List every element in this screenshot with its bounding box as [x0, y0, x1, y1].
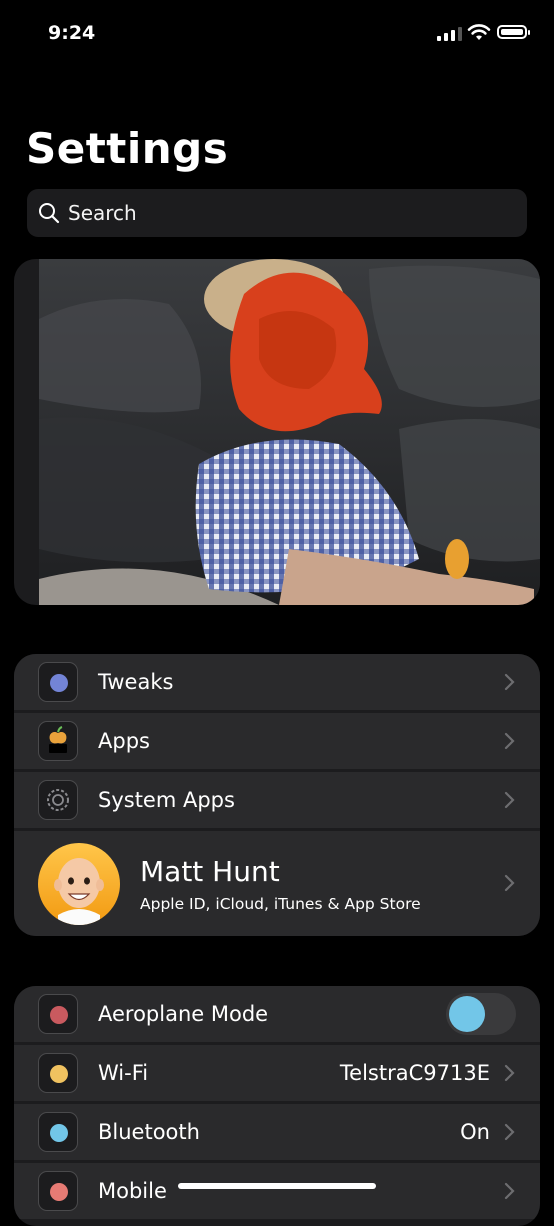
page-title: Settings: [26, 124, 229, 173]
row-label: Mobile: [98, 1179, 167, 1203]
row-label: System Apps: [98, 788, 235, 812]
toggle-knob: [449, 996, 485, 1032]
status-bar: 9:24: [0, 0, 554, 70]
settings-group-connectivity: Aeroplane Mode Wi-Fi TelstraC9713E Bluet…: [14, 986, 540, 1226]
bluetooth-icon: [38, 1112, 78, 1152]
row-apps[interactable]: Apps: [14, 713, 540, 769]
wifi-icon: [467, 24, 491, 40]
home-indicator[interactable]: [178, 1183, 376, 1189]
row-label: Bluetooth: [98, 1120, 200, 1144]
avatar: [38, 843, 120, 925]
row-apple-id-profile[interactable]: Matt Hunt Apple ID, iCloud, iTunes & App…: [14, 831, 540, 936]
battery-icon: [497, 25, 530, 39]
gear-icon: [38, 780, 78, 820]
aeroplane-icon: [38, 994, 78, 1034]
profile-subtitle: Apple ID, iCloud, iTunes & App Store: [140, 895, 421, 913]
search-input[interactable]: [66, 200, 490, 226]
chevron-right-icon: [504, 1182, 515, 1200]
wifi-settings-icon: [38, 1053, 78, 1093]
chevron-right-icon: [504, 673, 515, 691]
row-label: Tweaks: [98, 670, 174, 694]
mobile-data-icon: [38, 1171, 78, 1211]
header-photo: [14, 259, 540, 605]
chevron-right-icon: [504, 1123, 515, 1141]
row-label: Apps: [98, 729, 150, 753]
chevron-right-icon: [504, 732, 515, 750]
profile-name: Matt Hunt: [140, 855, 280, 888]
row-aeroplane-mode: Aeroplane Mode: [14, 986, 540, 1042]
aeroplane-mode-toggle[interactable]: [446, 993, 516, 1035]
row-mobile[interactable]: Mobile: [14, 1163, 540, 1219]
row-label: Wi-Fi: [98, 1061, 149, 1085]
tweaks-icon: [38, 662, 78, 702]
settings-group-main: Tweaks Apps System Apps Matt Hunt Apple …: [14, 654, 540, 936]
status-time: 9:24: [48, 22, 96, 44]
bluetooth-status-value: On: [460, 1120, 490, 1144]
cellular-signal-icon: [437, 25, 462, 41]
row-system-apps[interactable]: System Apps: [14, 772, 540, 828]
search-icon: [39, 203, 60, 224]
row-label: Aeroplane Mode: [98, 1002, 269, 1026]
row-wifi[interactable]: Wi-Fi TelstraC9713E: [14, 1045, 540, 1101]
apple-apps-icon: [38, 721, 78, 761]
chevron-right-icon: [504, 1064, 515, 1082]
wifi-network-value: TelstraC9713E: [339, 1061, 490, 1085]
row-tweaks[interactable]: Tweaks: [14, 654, 540, 710]
row-bluetooth[interactable]: Bluetooth On: [14, 1104, 540, 1160]
chevron-right-icon: [504, 791, 515, 809]
chevron-right-icon: [504, 874, 515, 892]
search-bar[interactable]: [27, 189, 527, 237]
